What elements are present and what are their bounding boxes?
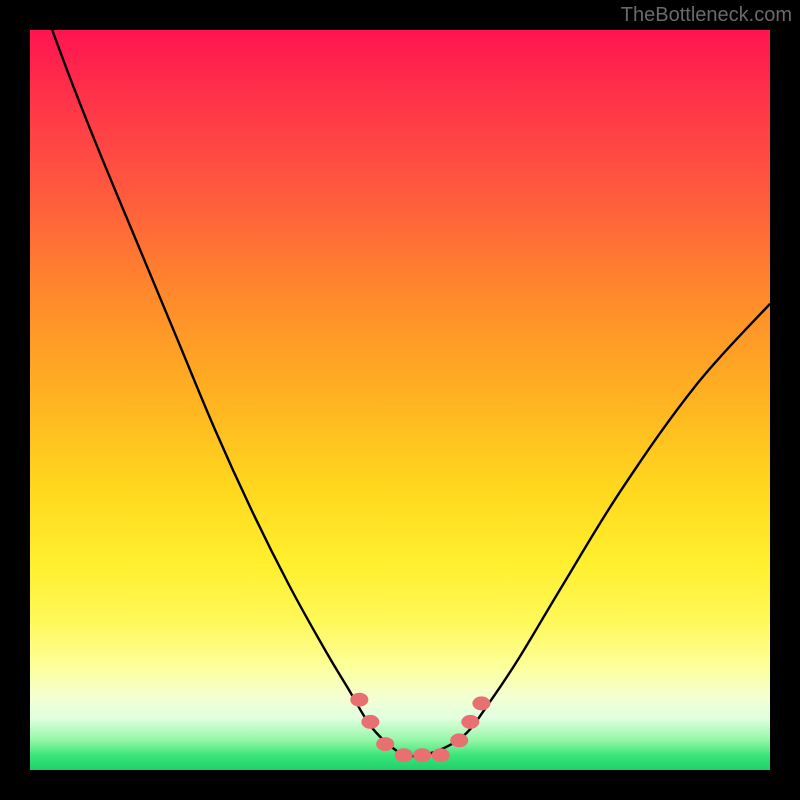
curve-marker	[461, 715, 479, 729]
curve-marker	[432, 748, 450, 762]
curve-marker	[450, 733, 468, 747]
curve-marker	[472, 696, 490, 710]
curve-marker	[350, 693, 368, 707]
curve-marker	[395, 748, 413, 762]
curve-layer	[30, 30, 770, 770]
attribution-label: TheBottleneck.com	[621, 4, 792, 27]
curve-marker	[413, 748, 431, 762]
curve-marker	[361, 715, 379, 729]
chart-frame: TheBottleneck.com	[0, 0, 800, 800]
curve-marker	[376, 737, 394, 751]
marker-group	[350, 693, 490, 763]
bottleneck-curve	[52, 30, 770, 756]
plot-area	[30, 30, 770, 770]
